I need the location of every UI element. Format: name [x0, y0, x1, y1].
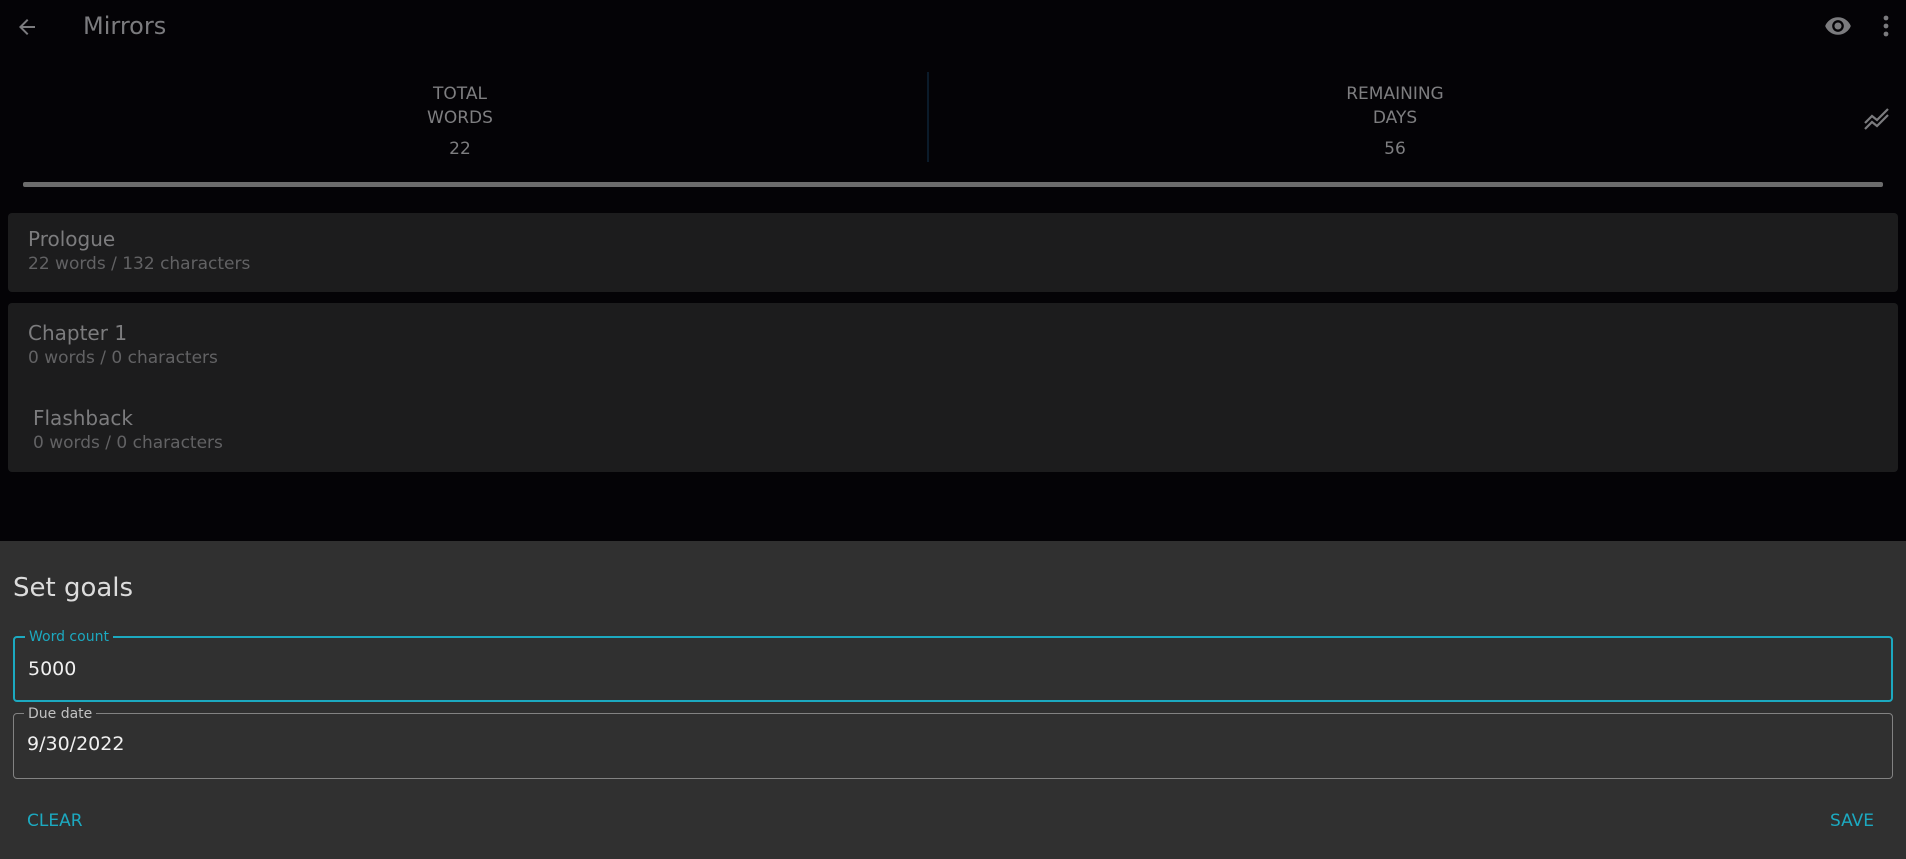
- more-vertical-icon: [1883, 15, 1889, 37]
- chapter-card: Chapter 1 0 words / 0 characters Flashba…: [8, 303, 1898, 472]
- remaining-days-label-line: DAYS: [1372, 108, 1418, 128]
- page-title: Mirrors: [83, 12, 167, 40]
- back-button[interactable]: [13, 13, 41, 41]
- preview-button[interactable]: [1822, 12, 1854, 40]
- stats-divider: [927, 72, 929, 162]
- chapter-item-prologue[interactable]: Prologue 22 words / 132 characters: [28, 226, 250, 276]
- chapter-item-chapter-1[interactable]: Chapter 1 0 words / 0 characters: [28, 320, 218, 370]
- eye-icon: [1825, 17, 1851, 35]
- chapter-meta: 0 words / 0 characters: [28, 348, 218, 368]
- save-button[interactable]: SAVE: [1822, 805, 1882, 837]
- top-app-bar: Mirrors: [0, 0, 1906, 52]
- word-count-field: Word count: [13, 628, 1893, 702]
- word-count-label: Word count: [25, 628, 113, 646]
- chapter-card: Prologue 22 words / 132 characters: [8, 213, 1898, 292]
- clear-button[interactable]: CLEAR: [19, 805, 91, 837]
- statistics-button[interactable]: [1862, 104, 1892, 132]
- total-words-label: TOTAL WORDS: [340, 82, 580, 130]
- sheet-title: Set goals: [13, 573, 134, 603]
- total-words-label-line: TOTAL: [433, 84, 487, 104]
- arrow-left-icon: [19, 19, 35, 35]
- trend-chart-icon: [1864, 108, 1889, 130]
- more-options-button[interactable]: [1876, 12, 1896, 40]
- scene-meta: 0 words / 0 characters: [33, 433, 223, 453]
- chapter-name: Prologue: [28, 227, 116, 251]
- remaining-days-label-line: REMAINING: [1346, 84, 1444, 104]
- due-date-label: Due date: [24, 705, 97, 723]
- due-date-input[interactable]: [27, 727, 1867, 761]
- scene-name: Flashback: [33, 406, 133, 430]
- due-date-field: Due date: [13, 705, 1893, 779]
- set-goals-sheet: Set goals Word count Due date CLEAR SAVE: [0, 541, 1906, 859]
- scene-item-flashback[interactable]: Flashback 0 words / 0 characters: [33, 405, 223, 455]
- total-words-stat: TOTAL WORDS 22: [340, 82, 580, 160]
- word-count-input[interactable]: [28, 652, 1868, 686]
- remaining-days-stat: REMAINING DAYS 56: [1275, 82, 1515, 160]
- chapter-meta: 22 words / 132 characters: [28, 254, 251, 274]
- remaining-days-value: 56: [1384, 139, 1406, 159]
- total-words-value: 22: [449, 139, 471, 159]
- goal-progress-bar: [23, 182, 1883, 187]
- total-words-label-line: WORDS: [427, 108, 493, 128]
- chapter-name: Chapter 1: [28, 321, 128, 345]
- remaining-days-label: REMAINING DAYS: [1275, 82, 1515, 130]
